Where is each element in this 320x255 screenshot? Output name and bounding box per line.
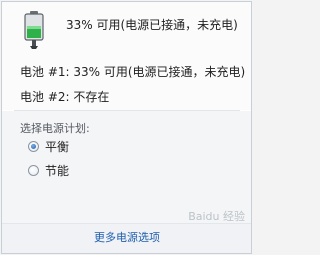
battery-summary-text: 33% 可用(电源已接通，未充电) — [66, 18, 238, 32]
watermark: Baidu 经验 — [188, 210, 245, 223]
radio-unselected-icon[interactable] — [28, 165, 39, 176]
power-plan-title: 选择电源计划: — [20, 122, 90, 135]
battery-charging-icon — [24, 11, 44, 49]
plan-option-power-saver[interactable]: 节能 — [28, 162, 69, 179]
battery-1-status: 电池 #1: 33% 可用(电源已接通，未充电) — [20, 65, 246, 79]
battery-2-status: 电池 #2: 不存在 — [20, 90, 110, 104]
plan-option-label: 平衡 — [45, 140, 70, 154]
more-power-options-link[interactable]: 更多电源选项 — [94, 229, 160, 245]
radio-selected-icon[interactable] — [28, 141, 39, 152]
plan-option-balanced[interactable]: 平衡 — [28, 138, 69, 155]
power-flyout: 33% 可用(电源已接通，未充电) 电池 #1: 33% 可用(电源已接通，未充… — [1, 1, 252, 254]
plan-option-label: 节能 — [45, 164, 70, 178]
